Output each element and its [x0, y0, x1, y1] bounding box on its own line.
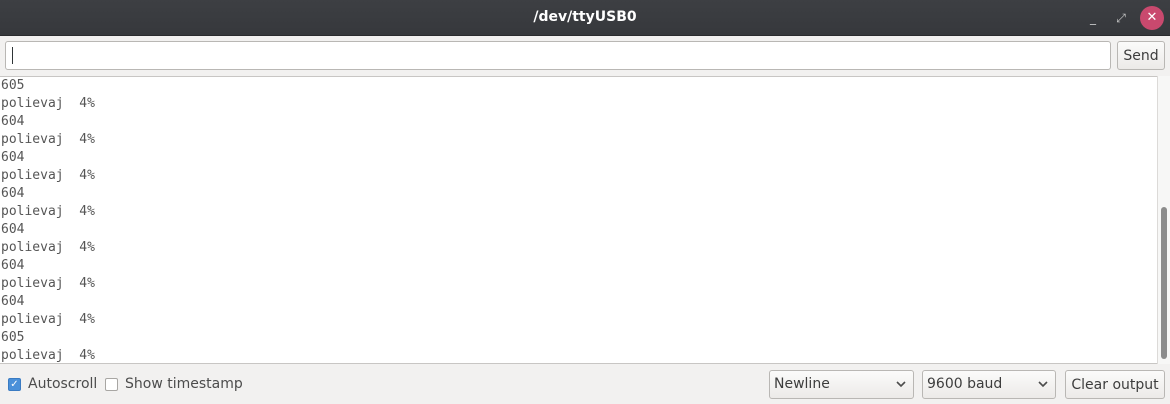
window-title: /dev/ttyUSB0 [533, 9, 637, 25]
output-line: polievaj 4% [1, 168, 95, 183]
output-line: polievaj 4% [1, 240, 95, 255]
send-button[interactable]: Send [1117, 41, 1165, 70]
chevron-down-icon [896, 381, 906, 388]
output-line: polievaj 4% [1, 312, 95, 327]
baud-rate-select[interactable]: 9600 baud [922, 370, 1056, 399]
output-line: 604 [1, 222, 25, 237]
footer-bar: ✓ Autoscroll Show timestamp Newline 9600… [0, 364, 1170, 404]
minimize-icon[interactable]: _ [1081, 6, 1105, 30]
autoscroll-checkbox[interactable]: ✓ [8, 378, 21, 391]
output-line: 604 [1, 186, 25, 201]
title-bar[interactable]: /dev/ttyUSB0 _ ⤢ ✕ [0, 0, 1170, 36]
baud-rate-value: 9600 baud [927, 376, 1003, 392]
maximize-icon[interactable]: ⤢ [1109, 6, 1133, 30]
line-ending-value: Newline [774, 376, 830, 392]
output-line: polievaj 4% [1, 96, 95, 111]
send-bar: Send [0, 38, 1170, 74]
send-input[interactable] [5, 41, 1111, 70]
serial-monitor-window: /dev/ttyUSB0 _ ⤢ ✕ Send 605 polievaj 4% … [0, 0, 1170, 404]
chevron-down-icon [1038, 381, 1048, 388]
output-line: 605 [1, 78, 25, 93]
timestamp-checkbox[interactable] [105, 378, 118, 391]
serial-output-area[interactable]: 605 polievaj 4% 604 polievaj 4% 604 poli… [0, 76, 1157, 364]
output-scrollbar[interactable] [1157, 76, 1170, 364]
output-line: 604 [1, 150, 25, 165]
output-line: 604 [1, 114, 25, 129]
line-ending-select[interactable]: Newline [769, 370, 914, 399]
output-line: polievaj 4% [1, 276, 95, 291]
output-line: 604 [1, 258, 25, 273]
timestamp-label[interactable]: Show timestamp [125, 376, 243, 392]
autoscroll-label[interactable]: Autoscroll [28, 376, 97, 392]
output-line: 605 [1, 330, 25, 345]
clear-output-button[interactable]: Clear output [1065, 370, 1165, 399]
output-line: polievaj 4% [1, 132, 95, 147]
close-icon[interactable]: ✕ [1140, 6, 1164, 30]
text-caret [12, 47, 13, 64]
output-line: polievaj 4% [1, 348, 95, 363]
scrollbar-thumb[interactable] [1161, 207, 1167, 359]
output-line: polievaj 4% [1, 204, 95, 219]
output-line: 604 [1, 294, 25, 309]
